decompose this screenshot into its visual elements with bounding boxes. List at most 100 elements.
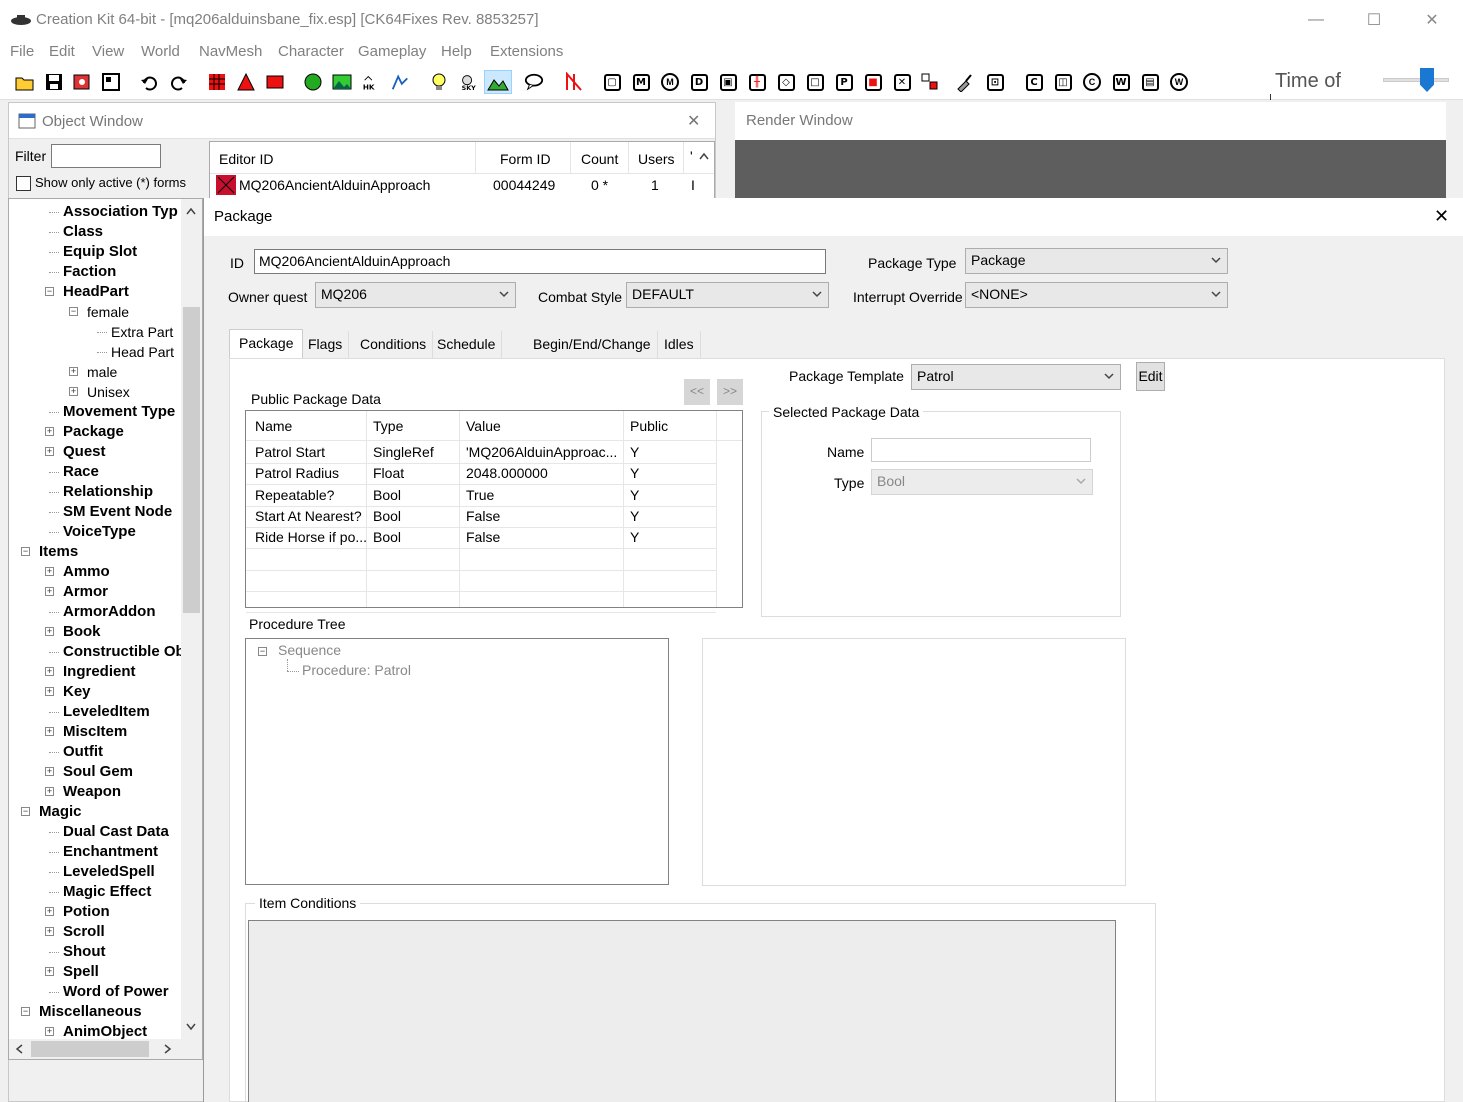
- col-value[interactable]: Value: [466, 418, 501, 434]
- owner-quest-select[interactable]: MQ206: [315, 282, 516, 308]
- public-data-row[interactable]: Ride Horse if po... Bool False Y: [246, 527, 716, 548]
- navmesh-icon[interactable]: [564, 72, 584, 92]
- sky-icon[interactable]: SKY: [458, 72, 478, 92]
- menu-file[interactable]: File: [10, 43, 34, 60]
- cube-icon-4[interactable]: ◇: [776, 72, 796, 92]
- tree-item[interactable]: Constructible Ob: [63, 642, 185, 662]
- tab-schedule[interactable]: Schedule: [431, 331, 503, 359]
- expand-icon[interactable]: +: [45, 727, 54, 736]
- minimize-button[interactable]: —: [1287, 0, 1345, 40]
- tree-item[interactable]: VoiceType: [63, 522, 136, 542]
- col-count[interactable]: Count: [581, 151, 618, 167]
- ref-snap-icon[interactable]: [265, 72, 285, 92]
- col-editor-id[interactable]: Editor ID: [219, 151, 273, 167]
- col-public[interactable]: Public: [630, 418, 668, 434]
- time-slider-track[interactable]: [1383, 78, 1449, 82]
- menu-character[interactable]: Character: [278, 43, 344, 60]
- animation-icon[interactable]: [390, 72, 410, 92]
- tab-begin-end-change[interactable]: Begin/End/Change: [527, 331, 658, 359]
- tree-item[interactable]: Items: [39, 542, 78, 562]
- grid-box-icon[interactable]: ╫: [747, 72, 767, 92]
- w-box-icon[interactable]: W: [1111, 72, 1131, 92]
- tree-scroll-thumb[interactable]: [183, 307, 200, 613]
- tree-item[interactable]: male: [87, 362, 117, 382]
- settings-icon[interactable]: [72, 72, 92, 92]
- package-type-select[interactable]: Package: [965, 248, 1228, 274]
- expand-icon[interactable]: +: [45, 567, 54, 576]
- p-box-icon[interactable]: P: [834, 72, 854, 92]
- cube-icon-7[interactable]: ▤: [1140, 72, 1160, 92]
- sel-name-input[interactable]: [871, 438, 1091, 462]
- tab-idles[interactable]: Idles: [658, 331, 701, 359]
- package-dialog-close-icon[interactable]: ✕: [1434, 206, 1449, 227]
- tree-item[interactable]: Miscellaneous: [39, 1002, 142, 1022]
- menu-navmesh[interactable]: NavMesh: [199, 43, 262, 60]
- menu-extensions[interactable]: Extensions: [490, 43, 563, 60]
- collapse-icon[interactable]: −: [45, 287, 54, 296]
- m-circle-icon[interactable]: M: [660, 72, 680, 92]
- tree-item[interactable]: Spell: [63, 962, 99, 982]
- prev-button[interactable]: <<: [684, 379, 710, 405]
- tree-item[interactable]: Book: [63, 622, 101, 642]
- tree-item[interactable]: Package: [63, 422, 124, 442]
- cube-icon-5[interactable]: ⊡: [985, 72, 1005, 92]
- object-window-close-icon[interactable]: ✕: [687, 111, 700, 131]
- tab-flags[interactable]: Flags: [302, 331, 350, 359]
- tree-item[interactable]: Key: [63, 682, 91, 702]
- tree-item[interactable]: Association Typ: [63, 202, 178, 222]
- tree-item[interactable]: Movement Type: [63, 402, 175, 422]
- tree-item[interactable]: Weapon: [63, 782, 121, 802]
- globe-icon[interactable]: [303, 72, 323, 92]
- col-extra[interactable]: ': [690, 148, 693, 164]
- public-data-row[interactable]: Repeatable? Bool True Y: [246, 485, 716, 506]
- scroll-up-icon[interactable]: [699, 152, 709, 160]
- havok-icon[interactable]: HK: [361, 72, 381, 92]
- collapse-icon[interactable]: −: [21, 807, 30, 816]
- next-button[interactable]: >>: [717, 379, 743, 405]
- collapse-icon[interactable]: −: [21, 1007, 30, 1016]
- expand-icon[interactable]: +: [45, 627, 54, 636]
- tree-item[interactable]: Extra Part: [111, 322, 173, 342]
- expand-icon[interactable]: +: [69, 367, 78, 376]
- menu-edit[interactable]: Edit: [49, 43, 75, 60]
- tree-item[interactable]: Equip Slot: [63, 242, 137, 262]
- lightbulb-icon[interactable]: [429, 72, 449, 92]
- tree-item[interactable]: Magic: [39, 802, 82, 822]
- tree-item[interactable]: LeveledSpell: [63, 862, 155, 882]
- edit-template-button[interactable]: Edit: [1136, 362, 1165, 391]
- active-only-checkbox[interactable]: [16, 176, 31, 191]
- save-icon[interactable]: [44, 72, 64, 92]
- expand-icon[interactable]: +: [45, 667, 54, 676]
- expand-icon[interactable]: +: [45, 587, 54, 596]
- close-button[interactable]: ✕: [1403, 0, 1461, 40]
- tree-item[interactable]: SM Event Node: [63, 502, 172, 522]
- tab-conditions[interactable]: Conditions: [354, 331, 434, 359]
- menu-world[interactable]: World: [141, 43, 180, 60]
- landscape-icon[interactable]: [332, 72, 352, 92]
- expand-icon[interactable]: +: [45, 447, 54, 456]
- expand-icon[interactable]: +: [45, 907, 54, 916]
- menu-view[interactable]: View: [92, 43, 124, 60]
- tree-item[interactable]: Word of Power: [63, 982, 169, 1002]
- procedure-node-sequence[interactable]: Sequence: [278, 642, 341, 658]
- col-type[interactable]: Type: [373, 418, 403, 434]
- tree-item[interactable]: Enchantment: [63, 842, 158, 862]
- cube-icon-6[interactable]: ◫: [1053, 72, 1073, 92]
- public-data-row[interactable]: Patrol Start SingleRef 'MQ206AlduinApproac…: [246, 442, 716, 463]
- tree-item[interactable]: Armor: [63, 582, 108, 602]
- menu-help[interactable]: Help: [441, 43, 472, 60]
- filter-input[interactable]: [51, 144, 161, 168]
- cube-icon-3[interactable]: ▣: [718, 72, 738, 92]
- tree-item[interactable]: Scroll: [63, 922, 105, 942]
- expand-icon[interactable]: +: [45, 927, 54, 936]
- combat-style-select[interactable]: DEFAULT: [626, 282, 829, 308]
- c-box-icon[interactable]: C: [1024, 72, 1044, 92]
- redo-icon[interactable]: [168, 72, 188, 92]
- w-circle-icon[interactable]: W: [1169, 72, 1189, 92]
- public-data-row[interactable]: Start At Nearest? Bool False Y: [246, 506, 716, 527]
- tree-item[interactable]: Soul Gem: [63, 762, 133, 782]
- package-template-select[interactable]: Patrol: [911, 364, 1121, 390]
- tree-item[interactable]: Outfit: [63, 742, 103, 762]
- c-circle-icon[interactable]: C: [1082, 72, 1102, 92]
- tree-hscrollbar[interactable]: [9, 1039, 202, 1059]
